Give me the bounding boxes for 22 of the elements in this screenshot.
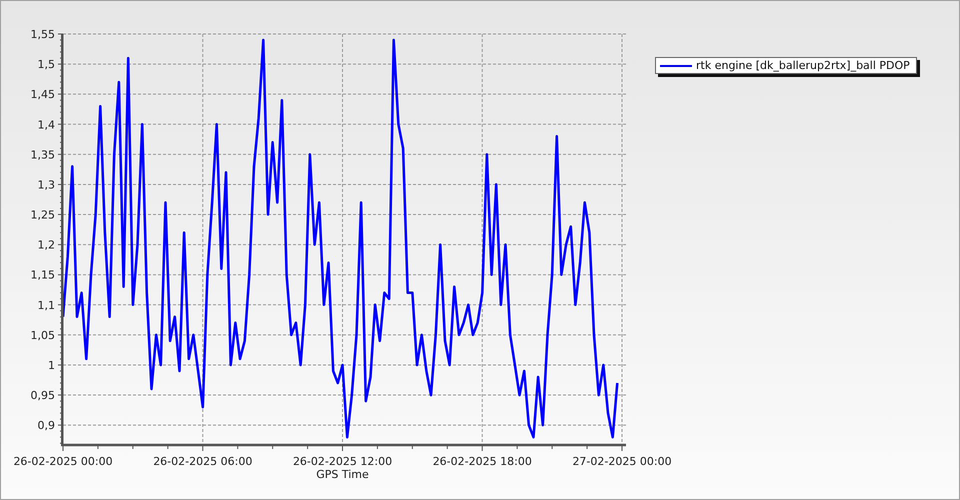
axis-tick-label: 1,3 bbox=[38, 178, 55, 192]
axis-tick-label: 0,95 bbox=[30, 389, 55, 402]
axis-tick-label: 1,2 bbox=[38, 238, 55, 252]
axis-tick-label: 1,1 bbox=[38, 298, 55, 312]
axis-tick-label: 1,45 bbox=[30, 88, 55, 102]
axis-tick-label: 27-02-2025 00:00 bbox=[572, 455, 672, 468]
axis-tick-label: 0,9 bbox=[38, 419, 55, 432]
axis-tick-label: 1,5 bbox=[38, 58, 55, 72]
axis-title: GPS Time bbox=[316, 468, 369, 481]
axis-tick-label: 26-02-2025 06:00 bbox=[153, 455, 252, 468]
axis-tick-label: 1,25 bbox=[30, 208, 55, 222]
axis-tick-label: 26-02-2025 00:00 bbox=[13, 455, 113, 468]
axis-tick-label: 26-02-2025 12:00 bbox=[292, 455, 392, 468]
legend-line-icon bbox=[660, 64, 692, 68]
axis-tick-label: 1,15 bbox=[30, 268, 55, 282]
legend-label: rtk engine [dk_ballerup2rtx]_ball PDOP bbox=[696, 59, 910, 72]
axis-tick-label: 26-02-2025 18:00 bbox=[432, 455, 532, 468]
axis-tick-label: 1,4 bbox=[38, 118, 55, 132]
axis-tick-label: 1,55 bbox=[30, 28, 55, 41]
axis-tick-label: 1,05 bbox=[30, 328, 55, 342]
axis-tick-label: 1,35 bbox=[30, 148, 55, 162]
axis-tick-label: 1 bbox=[48, 358, 55, 372]
